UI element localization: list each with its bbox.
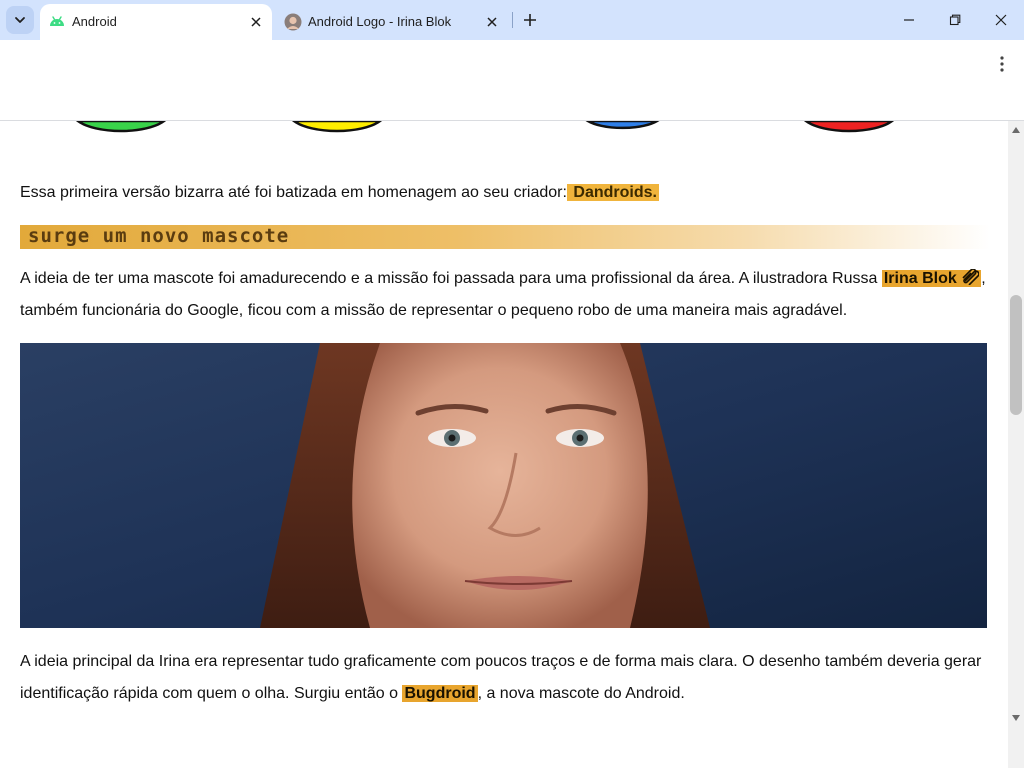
tab-irina-blok[interactable]: Android Logo - Irina Blok [276, 4, 508, 40]
restore-button[interactable] [932, 0, 978, 40]
scroll-up-button[interactable] [1008, 123, 1024, 137]
triangle-up-icon [1012, 127, 1020, 133]
android-icon [50, 16, 64, 26]
scrollbar-thumb[interactable] [1010, 295, 1022, 415]
irina-blok-link[interactable]: Irina Blok [881, 268, 982, 287]
intro-paragraph: Essa primeira versão bizarra até foi bat… [20, 177, 990, 209]
avatar-icon [284, 13, 302, 31]
paragraph-text: , a nova mascote do Android. [477, 685, 685, 702]
triangle-down-icon [1012, 715, 1020, 721]
link-text: Irina Blok [883, 270, 957, 287]
close-icon [995, 14, 1007, 26]
vertical-scrollbar[interactable] [1008, 121, 1024, 768]
section-heading-banner: Surge um novo mascote [20, 225, 990, 249]
paragraph-mascot: A ideia de ter uma mascote foi amadurece… [20, 263, 990, 327]
close-window-button[interactable] [978, 0, 1024, 40]
tab-title: Android Logo - Irina Blok [308, 14, 452, 29]
portrait-photo [20, 343, 987, 628]
section-heading: Surge um novo mascote [28, 225, 290, 247]
color-circles-illustration [75, 121, 895, 133]
scroll-down-button[interactable] [1008, 711, 1024, 725]
close-tab-icon[interactable] [482, 12, 502, 32]
tab-android[interactable]: Android [40, 4, 272, 40]
tab-search-button[interactable] [6, 6, 34, 34]
tab-strip: Android Android Logo - Irina Blok [0, 0, 1024, 40]
tab-separator [512, 12, 513, 28]
kebab-menu-icon [1000, 56, 1004, 72]
tab-title: Android [72, 14, 117, 29]
paragraph-text: A ideia de ter uma mascote foi amadurece… [20, 270, 882, 287]
paragraph-bugdroid: A ideia principal da Irina era represent… [20, 646, 990, 710]
link-icon [962, 268, 980, 286]
chevron-down-icon [15, 17, 25, 23]
page-viewport: Essa primeira versão bizarra até foi bat… [0, 121, 1008, 768]
dandroids-highlight: Dandroids. [566, 184, 659, 201]
new-tab-button[interactable] [518, 8, 542, 32]
bugdroid-highlight: Bugdroid [402, 685, 478, 702]
plus-icon [524, 14, 536, 26]
intro-text: Essa primeira versão bizarra até foi bat… [20, 184, 567, 201]
restore-icon [949, 14, 961, 26]
close-tab-icon[interactable] [246, 12, 266, 32]
browser-toolbar [0, 40, 1024, 121]
minimize-button[interactable] [886, 0, 932, 40]
minimize-icon [904, 19, 914, 21]
browser-menu-button[interactable] [990, 52, 1014, 76]
